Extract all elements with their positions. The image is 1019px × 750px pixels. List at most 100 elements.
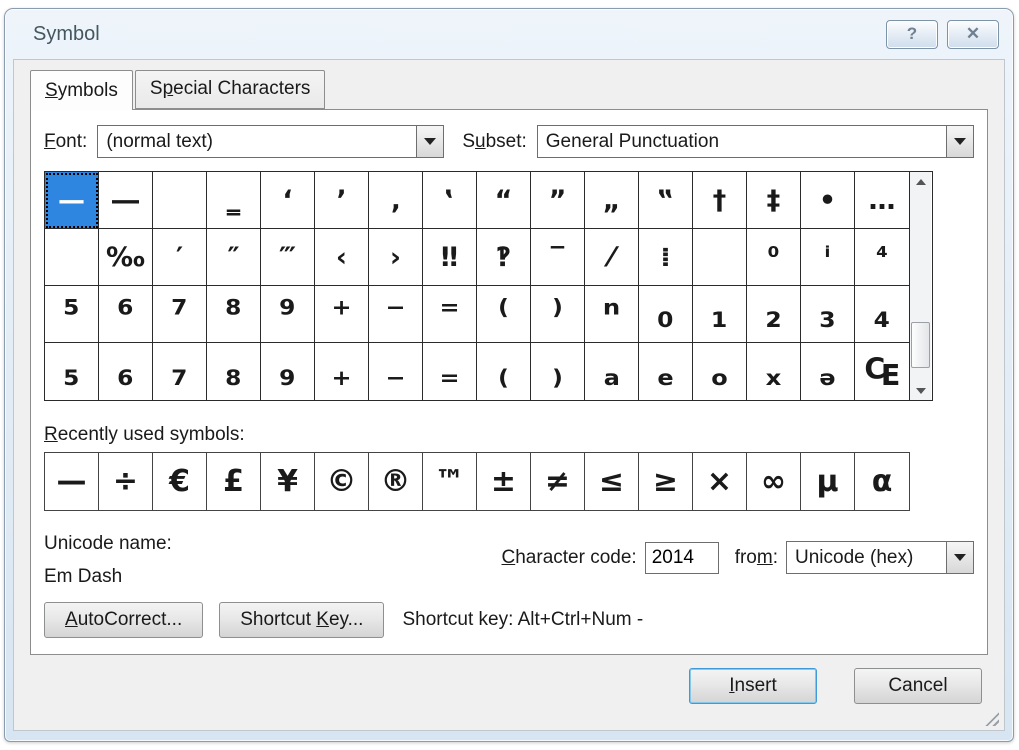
symbol-cell[interactable]: ‡ — [747, 172, 801, 229]
recent-symbol-cell[interactable]: ÷ — [99, 453, 153, 510]
symbol-cell[interactable]: ₒ — [693, 343, 747, 400]
symbol-cell[interactable]: ₋ — [369, 343, 423, 400]
tab-symbols[interactable]: Symbols — [30, 70, 133, 110]
symbol-cell[interactable]: ⁵ — [45, 286, 99, 343]
recent-symbol-cell[interactable]: ® — [369, 453, 423, 510]
symbol-cell[interactable]: › — [369, 229, 423, 286]
symbol-cell[interactable]: ‹ — [315, 229, 369, 286]
close-icon[interactable]: ✕ — [947, 20, 999, 49]
symbol-cell[interactable]: ⁞ — [639, 229, 693, 286]
recent-symbol-cell[interactable]: ≠ — [531, 453, 585, 510]
symbol-cell[interactable]: ₠ — [855, 343, 909, 400]
help-icon[interactable]: ? — [886, 20, 938, 49]
symbol-cell[interactable]: ⁴ — [855, 229, 909, 286]
symbol-cell[interactable]: ₐ — [585, 343, 639, 400]
symbol-cell[interactable]: ″ — [207, 229, 261, 286]
symbol-cell[interactable]: ― — [99, 172, 153, 229]
grid-scrollbar[interactable] — [909, 172, 931, 400]
symbol-cell[interactable]: ⁼ — [423, 286, 477, 343]
symbol-cell[interactable]: ⁱ — [801, 229, 855, 286]
character-code-input[interactable] — [645, 542, 719, 574]
symbol-cell[interactable]: ⁹ — [261, 286, 315, 343]
symbol-cell[interactable]: ₇ — [153, 343, 207, 400]
symbol-cell[interactable]: ₎ — [531, 343, 585, 400]
tab-special-characters[interactable]: Special Characters — [135, 70, 326, 109]
symbol-cell[interactable]: ‽ — [477, 229, 531, 286]
subset-dropdown-button[interactable] — [946, 126, 973, 157]
symbol-cell[interactable]: ⁾ — [531, 286, 585, 343]
shortcut-key-button[interactable]: Shortcut Key... — [219, 602, 384, 638]
symbol-cell[interactable]: ‟ — [639, 172, 693, 229]
symbol-cell[interactable]: ‚ — [369, 172, 423, 229]
symbol-cell[interactable] — [153, 172, 207, 229]
recent-symbol-cell[interactable]: µ — [801, 453, 855, 510]
symbol-cell[interactable]: ₅ — [45, 343, 99, 400]
cancel-button[interactable]: Cancel — [854, 668, 982, 704]
recent-symbol-cell[interactable]: × — [693, 453, 747, 510]
scrollbar-thumb[interactable] — [911, 322, 930, 368]
symbol-cell[interactable]: ‰ — [99, 229, 153, 286]
symbol-cell[interactable]: ⁺ — [315, 286, 369, 343]
symbol-cell[interactable]: … — [855, 172, 909, 229]
symbol-cell[interactable]: ’ — [315, 172, 369, 229]
recent-symbol-cell[interactable]: € — [153, 453, 207, 510]
subset-dropdown[interactable]: General Punctuation — [537, 125, 974, 158]
autocorrect-button[interactable]: AutoCorrect... — [44, 602, 203, 638]
symbol-cell[interactable]: “ — [477, 172, 531, 229]
symbol-cell[interactable]: ₉ — [261, 343, 315, 400]
symbol-cell[interactable]: ⁄ — [585, 229, 639, 286]
symbol-cell[interactable]: ⁿ — [585, 286, 639, 343]
symbol-cell[interactable] — [45, 229, 99, 286]
symbol-cell[interactable]: ₀ — [639, 286, 693, 343]
symbol-cell[interactable]: ₓ — [747, 343, 801, 400]
insert-button[interactable]: Insert — [689, 668, 817, 704]
scroll-up-icon[interactable] — [910, 172, 931, 191]
recent-symbol-cell[interactable]: ∞ — [747, 453, 801, 510]
recent-symbol-cell[interactable]: — — [45, 453, 99, 510]
symbol-cell[interactable]: ₄ — [855, 286, 909, 343]
symbol-cell[interactable]: ₌ — [423, 343, 477, 400]
recent-symbol-cell[interactable]: ± — [477, 453, 531, 510]
recent-symbol-cell[interactable]: £ — [207, 453, 261, 510]
symbol-cell[interactable]: ₑ — [639, 343, 693, 400]
symbol-cell[interactable]: ‗ — [207, 172, 261, 229]
symbol-cell[interactable]: • — [801, 172, 855, 229]
symbol-cell[interactable]: ₊ — [315, 343, 369, 400]
symbol-cell[interactable]: ₁ — [693, 286, 747, 343]
scroll-down-icon[interactable] — [910, 381, 931, 400]
symbol-cell[interactable]: ₃ — [801, 286, 855, 343]
symbol-cell[interactable] — [693, 229, 747, 286]
font-dropdown[interactable]: (normal text) — [97, 125, 444, 158]
symbol-cell[interactable]: ⁷ — [153, 286, 207, 343]
symbol-cell[interactable]: ‼ — [423, 229, 477, 286]
from-dropdown[interactable]: Unicode (hex) — [786, 541, 974, 574]
symbol-cell[interactable]: ” — [531, 172, 585, 229]
symbol-cell[interactable]: ⁶ — [99, 286, 153, 343]
symbol-cell[interactable]: ⁸ — [207, 286, 261, 343]
symbol-cell[interactable]: ₂ — [747, 286, 801, 343]
recent-symbol-cell[interactable]: ≥ — [639, 453, 693, 510]
recent-symbol-cell[interactable]: ¥ — [261, 453, 315, 510]
recent-symbol-cell[interactable]: α — [855, 453, 909, 510]
resize-grip-icon[interactable] — [985, 712, 999, 726]
symbol-cell[interactable]: † — [693, 172, 747, 229]
symbol-cell[interactable]: ‛ — [423, 172, 477, 229]
font-dropdown-button[interactable] — [416, 126, 443, 157]
recent-symbol-cell[interactable]: ≤ — [585, 453, 639, 510]
symbol-cell[interactable]: ₈ — [207, 343, 261, 400]
symbol-cell[interactable]: ₆ — [99, 343, 153, 400]
title-bar[interactable]: Symbol ? ✕ — [5, 9, 1013, 59]
symbol-cell[interactable]: „ — [585, 172, 639, 229]
symbol-cell[interactable]: ‴ — [261, 229, 315, 286]
symbol-cell[interactable]: ₍ — [477, 343, 531, 400]
symbol-cell[interactable]: ‘ — [261, 172, 315, 229]
symbol-cell[interactable]: ⁰ — [747, 229, 801, 286]
from-dropdown-button[interactable] — [946, 542, 973, 573]
recent-symbol-cell[interactable]: © — [315, 453, 369, 510]
symbol-cell[interactable]: ⁻ — [369, 286, 423, 343]
symbol-cell[interactable]: ‾ — [531, 229, 585, 286]
symbol-cell[interactable]: ₔ — [801, 343, 855, 400]
recent-symbol-cell[interactable]: ™ — [423, 453, 477, 510]
symbol-cell[interactable]: ⁽ — [477, 286, 531, 343]
symbol-cell[interactable]: — — [45, 172, 99, 229]
